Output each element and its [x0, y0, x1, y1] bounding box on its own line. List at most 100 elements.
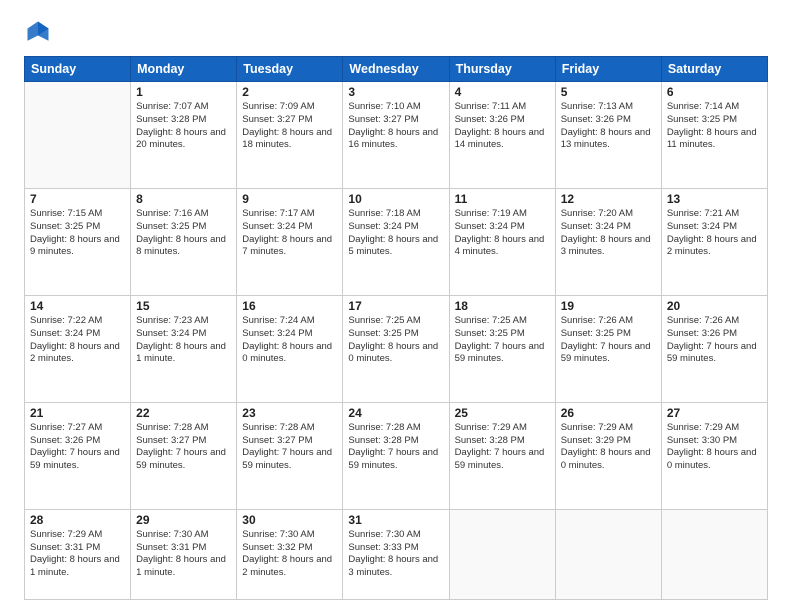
- calendar-cell: 2Sunrise: 7:09 AM Sunset: 3:27 PM Daylig…: [237, 82, 343, 189]
- day-info: Sunrise: 7:30 AM Sunset: 3:32 PM Dayligh…: [242, 529, 337, 580]
- day-number: 1: [136, 85, 231, 99]
- day-info: Sunrise: 7:26 AM Sunset: 3:26 PM Dayligh…: [667, 315, 762, 366]
- day-number: 9: [242, 192, 337, 206]
- calendar-cell: 25 Sunrise: 7:29 AM Sunset: 3:28 PM Dayli…: [449, 402, 555, 509]
- day-info: Sunrise: 7:23 AM Sunset: 3:24 PM Dayligh…: [136, 315, 231, 366]
- day-info: Sunrise: 7:27 AM Sunset: 3:26 PM Dayligh…: [30, 422, 125, 473]
- calendar-cell: 26 Sunrise: 7:29 AM Sunset: 3:29 PM Dayli…: [555, 402, 661, 509]
- day-info: Sunrise: 7:19 AM Sunset: 3:24 PM Dayligh…: [455, 208, 550, 259]
- calendar-cell: 4Sunrise: 7:11 AM Sunset: 3:26 PM Daylig…: [449, 82, 555, 189]
- day-number: 3: [348, 85, 443, 99]
- calendar-cell: [555, 509, 661, 599]
- day-info: Sunrise: 7:11 AM Sunset: 3:26 PM Dayligh…: [455, 101, 550, 152]
- day-number: 21: [30, 406, 125, 420]
- calendar-cell: 29 Sunrise: 7:30 AM Sunset: 3:31 PM Dayli…: [131, 509, 237, 599]
- calendar-cell: 14 Sunrise: 7:22 AM Sunset: 3:24 PM Dayli…: [25, 295, 131, 402]
- calendar-weekday-wednesday: Wednesday: [343, 57, 449, 82]
- day-number: 14: [30, 299, 125, 313]
- calendar-cell: 19 Sunrise: 7:26 AM Sunset: 3:25 PM Dayli…: [555, 295, 661, 402]
- calendar-cell: 13Sunrise: 7:21 AM Sunset: 3:24 PM Dayli…: [661, 188, 767, 295]
- day-info: Sunrise: 7:28 AM Sunset: 3:27 PM Dayligh…: [136, 422, 231, 473]
- calendar-cell: 11 Sunrise: 7:19 AM Sunset: 3:24 PM Dayli…: [449, 188, 555, 295]
- calendar-cell: 27Sunrise: 7:29 AM Sunset: 3:30 PM Dayli…: [661, 402, 767, 509]
- day-number: 22: [136, 406, 231, 420]
- day-info: Sunrise: 7:29 AM Sunset: 3:30 PM Dayligh…: [667, 422, 762, 473]
- day-info: Sunrise: 7:22 AM Sunset: 3:24 PM Dayligh…: [30, 315, 125, 366]
- calendar-cell: 3 Sunrise: 7:10 AM Sunset: 3:27 PM Daylig…: [343, 82, 449, 189]
- calendar-cell: 21 Sunrise: 7:27 AM Sunset: 3:26 PM Dayli…: [25, 402, 131, 509]
- day-info: Sunrise: 7:16 AM Sunset: 3:25 PM Dayligh…: [136, 208, 231, 259]
- calendar-cell: [661, 509, 767, 599]
- header: [24, 18, 768, 46]
- day-number: 30: [242, 513, 337, 527]
- day-info: Sunrise: 7:26 AM Sunset: 3:25 PM Dayligh…: [561, 315, 656, 366]
- day-info: Sunrise: 7:25 AM Sunset: 3:25 PM Dayligh…: [455, 315, 550, 366]
- calendar-week-row: 7Sunrise: 7:15 AM Sunset: 3:25 PM Daylig…: [25, 188, 768, 295]
- day-info: Sunrise: 7:30 AM Sunset: 3:31 PM Dayligh…: [136, 529, 231, 580]
- calendar-weekday-tuesday: Tuesday: [237, 57, 343, 82]
- day-number: 7: [30, 192, 125, 206]
- calendar-header-row: SundayMondayTuesdayWednesdayThursdayFrid…: [25, 57, 768, 82]
- calendar-week-row: 21 Sunrise: 7:27 AM Sunset: 3:26 PM Dayli…: [25, 402, 768, 509]
- calendar-cell: 6 Sunrise: 7:14 AM Sunset: 3:25 PM Daylig…: [661, 82, 767, 189]
- day-info: Sunrise: 7:18 AM Sunset: 3:24 PM Dayligh…: [348, 208, 443, 259]
- day-info: Sunrise: 7:21 AM Sunset: 3:24 PM Dayligh…: [667, 208, 762, 259]
- calendar-weekday-friday: Friday: [555, 57, 661, 82]
- day-number: 12: [561, 192, 656, 206]
- day-info: Sunrise: 7:07 AM Sunset: 3:28 PM Dayligh…: [136, 101, 231, 152]
- day-info: Sunrise: 7:10 AM Sunset: 3:27 PM Dayligh…: [348, 101, 443, 152]
- logo: [24, 18, 56, 46]
- calendar-cell: 12 Sunrise: 7:20 AM Sunset: 3:24 PM Dayli…: [555, 188, 661, 295]
- calendar-cell: 28 Sunrise: 7:29 AM Sunset: 3:31 PM Dayli…: [25, 509, 131, 599]
- calendar-weekday-sunday: Sunday: [25, 57, 131, 82]
- day-number: 16: [242, 299, 337, 313]
- calendar-cell: 20 Sunrise: 7:26 AM Sunset: 3:26 PM Dayli…: [661, 295, 767, 402]
- day-number: 6: [667, 85, 762, 99]
- calendar-cell: 15 Sunrise: 7:23 AM Sunset: 3:24 PM Dayli…: [131, 295, 237, 402]
- day-number: 5: [561, 85, 656, 99]
- day-number: 24: [348, 406, 443, 420]
- day-info: Sunrise: 7:13 AM Sunset: 3:26 PM Dayligh…: [561, 101, 656, 152]
- day-info: Sunrise: 7:29 AM Sunset: 3:28 PM Dayligh…: [455, 422, 550, 473]
- calendar-cell: 17 Sunrise: 7:25 AM Sunset: 3:25 PM Dayli…: [343, 295, 449, 402]
- day-number: 11: [455, 192, 550, 206]
- calendar-cell: [25, 82, 131, 189]
- day-info: Sunrise: 7:29 AM Sunset: 3:29 PM Dayligh…: [561, 422, 656, 473]
- day-number: 8: [136, 192, 231, 206]
- day-info: Sunrise: 7:09 AM Sunset: 3:27 PM Dayligh…: [242, 101, 337, 152]
- day-info: Sunrise: 7:14 AM Sunset: 3:25 PM Dayligh…: [667, 101, 762, 152]
- calendar-cell: [449, 509, 555, 599]
- calendar-cell: 16Sunrise: 7:24 AM Sunset: 3:24 PM Dayli…: [237, 295, 343, 402]
- calendar-cell: 18 Sunrise: 7:25 AM Sunset: 3:25 PM Dayli…: [449, 295, 555, 402]
- day-info: Sunrise: 7:28 AM Sunset: 3:27 PM Dayligh…: [242, 422, 337, 473]
- day-info: Sunrise: 7:25 AM Sunset: 3:25 PM Dayligh…: [348, 315, 443, 366]
- calendar-cell: 31 Sunrise: 7:30 AM Sunset: 3:33 PM Dayli…: [343, 509, 449, 599]
- calendar-weekday-saturday: Saturday: [661, 57, 767, 82]
- calendar-week-row: 14 Sunrise: 7:22 AM Sunset: 3:24 PM Dayli…: [25, 295, 768, 402]
- day-info: Sunrise: 7:20 AM Sunset: 3:24 PM Dayligh…: [561, 208, 656, 259]
- logo-icon: [24, 18, 52, 46]
- day-number: 17: [348, 299, 443, 313]
- day-number: 10: [348, 192, 443, 206]
- calendar-cell: 10 Sunrise: 7:18 AM Sunset: 3:24 PM Dayli…: [343, 188, 449, 295]
- day-number: 15: [136, 299, 231, 313]
- day-info: Sunrise: 7:29 AM Sunset: 3:31 PM Dayligh…: [30, 529, 125, 580]
- day-number: 25: [455, 406, 550, 420]
- day-number: 19: [561, 299, 656, 313]
- day-info: Sunrise: 7:30 AM Sunset: 3:33 PM Dayligh…: [348, 529, 443, 580]
- day-number: 18: [455, 299, 550, 313]
- calendar-cell: 30 Sunrise: 7:30 AM Sunset: 3:32 PM Dayli…: [237, 509, 343, 599]
- day-number: 31: [348, 513, 443, 527]
- calendar-cell: 7Sunrise: 7:15 AM Sunset: 3:25 PM Daylig…: [25, 188, 131, 295]
- day-number: 26: [561, 406, 656, 420]
- day-number: 29: [136, 513, 231, 527]
- day-info: Sunrise: 7:28 AM Sunset: 3:28 PM Dayligh…: [348, 422, 443, 473]
- calendar-cell: 8 Sunrise: 7:16 AM Sunset: 3:25 PM Daylig…: [131, 188, 237, 295]
- page: SundayMondayTuesdayWednesdayThursdayFrid…: [0, 0, 792, 612]
- calendar-cell: 22 Sunrise: 7:28 AM Sunset: 3:27 PM Dayli…: [131, 402, 237, 509]
- calendar-cell: 23 Sunrise: 7:28 AM Sunset: 3:27 PM Dayli…: [237, 402, 343, 509]
- calendar-cell: 1 Sunrise: 7:07 AM Sunset: 3:28 PM Daylig…: [131, 82, 237, 189]
- day-number: 28: [30, 513, 125, 527]
- day-number: 23: [242, 406, 337, 420]
- day-number: 20: [667, 299, 762, 313]
